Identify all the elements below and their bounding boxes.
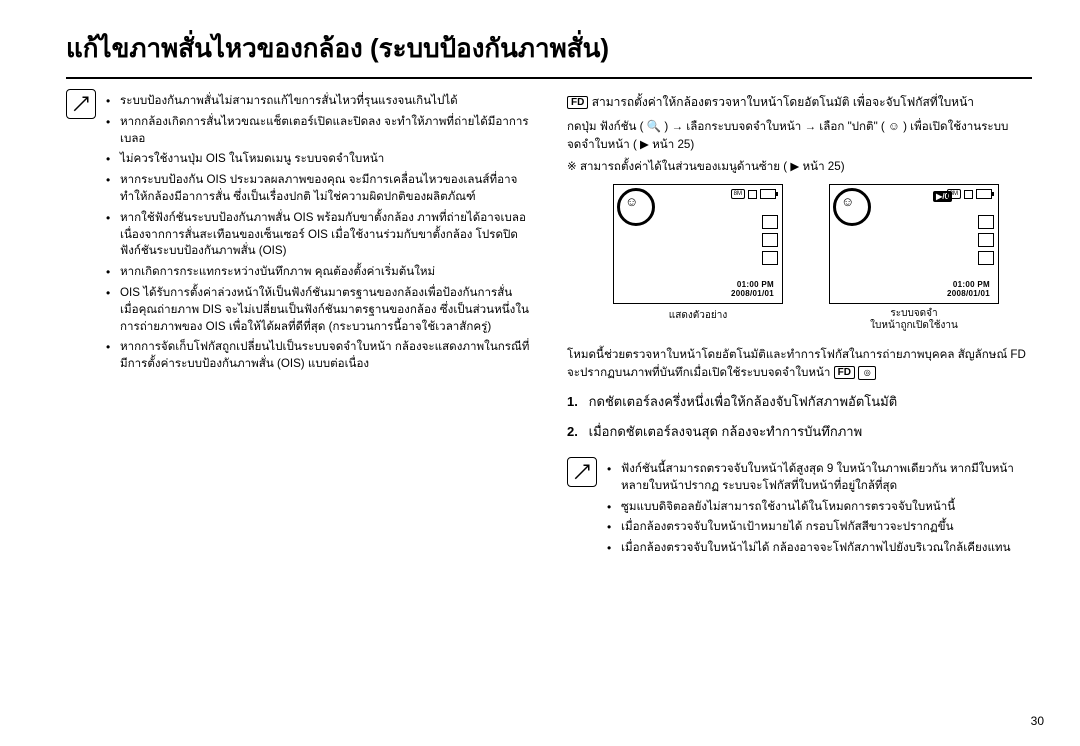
res-badge: 8M <box>731 189 745 199</box>
left-note-3: ไม่ควรใช้งานปุ่ม OIS ในโหมดเมนู ระบบจดจำ… <box>106 151 531 168</box>
square-icon <box>748 190 757 199</box>
right-note-list: ฟังก์ชันนี้สามารถตรวจจับใบหน้าได้สูงสุด … <box>607 461 1032 561</box>
right-note-3: เมื่อกล้องตรวจจับใบหน้าเป้าหมายได้ กรอบโ… <box>607 519 1032 536</box>
preview-screen-left: ☺ 8M 01:00 PM 2008/01/01 <box>613 184 783 304</box>
side-icon-stack <box>978 215 994 265</box>
battery-icon <box>760 189 776 199</box>
step-2-text: เมื่อกดชัตเตอร์ลงจนสุด กล้องจะทำการบันทึ… <box>589 424 863 439</box>
right-intro-1: FD สามารถตั้งค่าให้กล้องตรวจหาใบหน้าโดยอ… <box>567 95 974 109</box>
screen-date: 2008/01/01 <box>947 290 990 299</box>
battery-icon <box>976 189 992 199</box>
face-icon: ☺ <box>625 195 638 208</box>
screen-date: 2008/01/01 <box>731 290 774 299</box>
left-note-2: หากกล้องเกิดการสั่นไหวขณะแช็ตเตอร์เปิดแล… <box>106 114 531 148</box>
left-note-1: ระบบป้องกันภาพสั่นไม่สามารถแก้ไขการสั่นไ… <box>106 93 531 110</box>
right-star-note: ※ สามารถตั้งค่าได้ในส่วนของเมนูด้านซ้าย … <box>567 158 1032 176</box>
preview-screen-right: ☺ ▶/0 8M 01:00 PM 2008/01/01 <box>829 184 999 304</box>
side-icon-stack <box>762 215 778 265</box>
right-note-1: ฟังก์ชันนี้สามารถตรวจจับใบหน้าได้สูงสุด … <box>607 461 1032 495</box>
res-badge: 8M <box>947 189 961 199</box>
pencil-note-icon <box>66 89 96 119</box>
steps-block: 1. กดชัตเตอร์ลงครึ่งหนึ่งเพื่อให้กล้องจั… <box>567 392 1032 441</box>
left-note-6: หากเกิดการกระแทกระหว่างบันทึกภาพ คุณต้อง… <box>106 264 531 281</box>
right-column: FD สามารถตั้งค่าให้กล้องตรวจหาใบหน้าโดยอ… <box>567 87 1032 561</box>
screen-caption-left: แสดงตัวอย่าง <box>669 308 727 323</box>
step-2-number: 2. <box>567 422 585 442</box>
note-block-left: ระบบป้องกันภาพสั่นไม่สามารถแก้ไขการสั่นไ… <box>66 87 531 377</box>
screen-caption-right-1: ระบบจดจำ <box>890 308 937 319</box>
page-title: แก้ไขภาพสั่นไหวของกล้อง (ระบบป้องกันภาพส… <box>66 28 1032 79</box>
right-note-4: เมื่อกล้องตรวจจับใบหน้าไม่ได้ กล้องอาจจะ… <box>607 540 1032 557</box>
page-number: 30 <box>1031 714 1044 728</box>
left-note-list: ระบบป้องกันภาพสั่นไม่สามารถแก้ไขการสั่นไ… <box>106 93 531 377</box>
fd-chip-icon: FD <box>834 366 855 379</box>
left-note-8: หากการจัดเก็บโฟกัสถูกเปลี่ยนไปเป็นระบบจด… <box>106 339 531 373</box>
step-1-text: กดชัตเตอร์ลงครึ่งหนึ่งเพื่อให้กล้องจับโฟ… <box>589 394 898 409</box>
note-block-right: ฟังก์ชันนี้สามารถตรวจจับใบหน้าได้สูงสุด … <box>567 455 1032 561</box>
square-icon <box>964 190 973 199</box>
left-column: ระบบป้องกันภาพสั่นไม่สามารถแก้ไขการสั่นไ… <box>66 87 531 561</box>
left-note-5: หากใช้ฟังก์ชันระบบป้องกันภาพสั่น OIS พร้… <box>106 210 531 260</box>
right-more-text: โหมดนี้ช่วยตรวจหาใบหน้าโดยอัตโนมัติและทำ… <box>567 348 1026 379</box>
right-note-2: ซูมแบบดิจิตอลยังไม่สามารถใช้งานได้ในโหมด… <box>607 499 1032 516</box>
camera-glyph-icon: ◎ <box>858 366 876 380</box>
right-k-line: กดปุ่ม ฟังก์ชัน ( 🔍 ) → เลือกระบบจดจำใบห… <box>567 118 1032 154</box>
left-note-4: หากระบบป้องกัน OIS ประมวลผลภาพของคุณ จะม… <box>106 172 531 206</box>
pencil-note-icon <box>567 457 597 487</box>
face-icon: ☺ <box>841 195 854 208</box>
fd-chip-icon: FD <box>567 96 588 109</box>
screenshot-row: ☺ 8M 01:00 PM 2008/01/01 <box>613 184 1032 332</box>
left-note-7: OIS ได้รับการตั้งค่าล่วงหน้าให้เป็นฟังก์… <box>106 285 531 335</box>
step-1-number: 1. <box>567 392 585 412</box>
screen-caption-right-2: ใบหน้าถูกเปิดใช้งาน <box>870 320 958 331</box>
